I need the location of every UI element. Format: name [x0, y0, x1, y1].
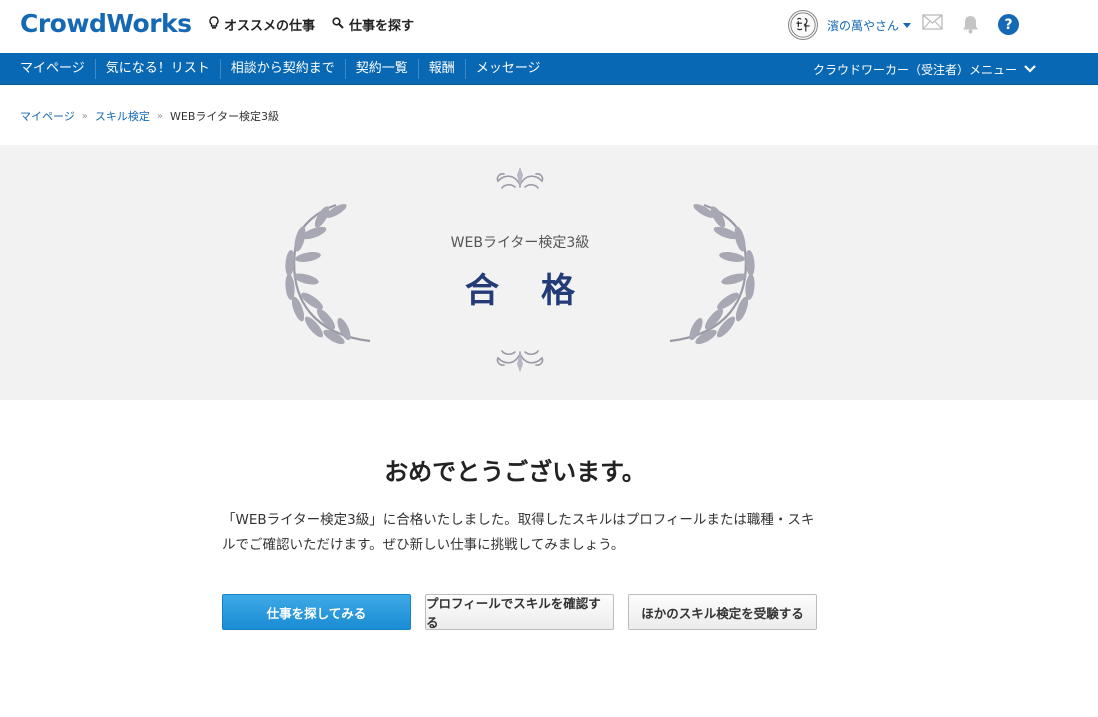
avatar [788, 10, 818, 40]
chevron-down-icon [1024, 65, 1036, 73]
exam-name: WEBライター検定3級 [450, 235, 590, 251]
crowdworks-logo[interactable]: CrowdWorks [20, 9, 192, 38]
nav-messages[interactable]: メッセージ [466, 59, 551, 79]
find-jobs-button[interactable]: 仕事を探してみる [222, 594, 411, 630]
ornament-top-icon [496, 167, 544, 189]
avatar-image [790, 12, 816, 38]
recommended-jobs-link[interactable]: オススメの仕事 [209, 15, 315, 34]
top-header: CrowdWorks オススメの仕事 仕事を探す 濱の萬やさん ? [0, 0, 1098, 53]
worker-menu-label: クラウドワーカー（受注者）メニュー [813, 62, 1018, 77]
breadcrumb-separator: » [156, 110, 164, 122]
ornament-bottom-icon [496, 350, 544, 372]
take-other-skill-test-button[interactable]: ほかのスキル検定を受験する [628, 594, 817, 630]
help-icon[interactable]: ? [998, 14, 1019, 35]
result-banner: WEBライター検定3級 合格 [0, 145, 1098, 400]
navbar-links: マイページ 気になる！リスト 相談から契約まで 契約一覧 報酬 メッセージ [10, 53, 551, 85]
caret-down-icon [903, 22, 912, 28]
search-icon [332, 16, 344, 33]
nav-consult-to-contract[interactable]: 相談から契約まで [221, 59, 346, 79]
breadcrumb-mypage[interactable]: マイページ [20, 108, 75, 124]
mail-icon[interactable] [922, 14, 943, 34]
find-jobs-link[interactable]: 仕事を探す [332, 15, 414, 34]
recommended-jobs-label: オススメの仕事 [224, 19, 316, 34]
bell-icon[interactable] [960, 14, 981, 39]
breadcrumb-separator: » [81, 110, 88, 122]
congrats-heading: おめでとうございます。 [384, 458, 646, 486]
nav-contracts[interactable]: 契約一覧 [346, 59, 419, 79]
breadcrumb-current: WEBライター検定3級 [170, 110, 279, 123]
nav-watchlist[interactable]: 気になる！リスト [96, 59, 221, 79]
main-navbar: マイページ 気になる！リスト 相談から契約まで 契約一覧 報酬 メッセージ クラ… [0, 53, 1098, 85]
find-jobs-label: 仕事を探す [349, 19, 415, 34]
check-skill-on-profile-button[interactable]: プロフィールでスキルを確認する [425, 594, 614, 630]
user-name: 濱の萬やさん [827, 18, 900, 33]
pass-result: 合格 [465, 271, 617, 311]
nav-mypage[interactable]: マイページ [10, 59, 96, 79]
worker-menu-toggle[interactable]: クラウドワーカー（受注者）メニュー [813, 53, 1037, 85]
breadcrumb: マイページ » スキル検定 » WEBライター検定3級 [20, 108, 279, 124]
nav-rewards[interactable]: 報酬 [419, 59, 466, 79]
result-message: 「WEBライター検定3級」に合格いたしました。取得したスキルはプロフィールまたは… [222, 512, 815, 553]
breadcrumb-skill-test[interactable]: スキル検定 [95, 108, 150, 124]
user-menu[interactable]: 濱の萬やさん [788, 10, 912, 40]
lightbulb-icon [209, 15, 219, 34]
laurel-right-icon [669, 203, 755, 345]
